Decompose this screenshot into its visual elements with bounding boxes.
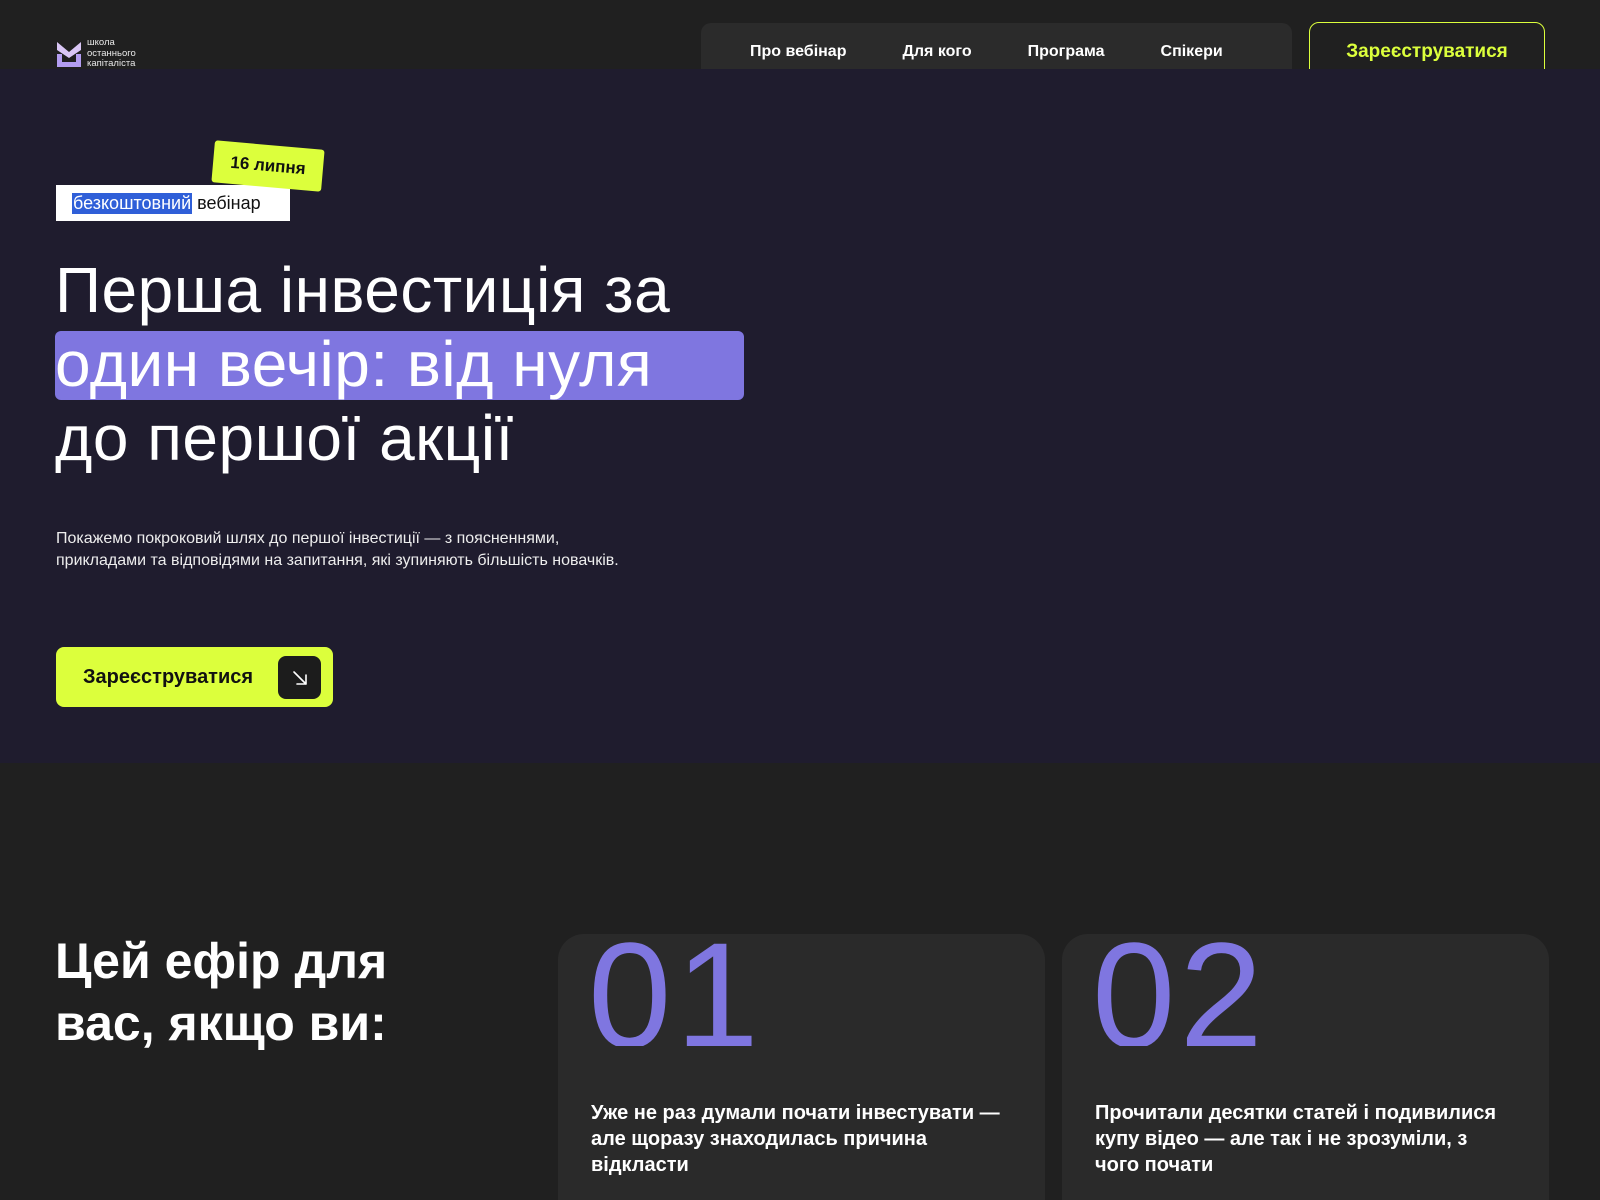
hero-register-button[interactable]: Зареєструватися [56,647,333,707]
card-number-clip: 01 [558,934,1045,1046]
card-text: Уже не раз думали почати інвестувати — а… [591,1102,1000,1176]
hero-title-line: один вечір: від нуля [55,328,653,400]
audience-card: 02 Прочитали десятки статей і подивилися… [1062,934,1549,1200]
nav-item-about-webinar[interactable]: Про вебінар [750,43,846,61]
hero-title-line: Перша інвестиція за [55,254,671,326]
landing-page: школа останнього капіталіста Про вебінар… [0,0,1600,1200]
audience-title: Цей ефір для вас, якщо ви: [55,933,388,1051]
nav-item-audience[interactable]: Для кого [902,43,971,61]
webinar-tag: безкоштовний вебінар [56,185,290,221]
hero-title-highlight: один вечір: від нуля [55,327,775,401]
card-number: 02 [1092,934,1267,1046]
card-number-clip: 02 [1062,934,1549,1046]
tag-text: вебінар [197,192,261,213]
tag-selected-text: безкоштовний [72,192,193,214]
logo-line: капіталіста [87,58,136,69]
card-number: 01 [588,934,763,1046]
hero-title-line: до першої акції [55,402,514,474]
hero-title: Перша інвестиція за один вечір: від нуля… [55,253,775,475]
logo-text: школа останнього капіталіста [87,37,136,70]
logo-icon [57,41,81,67]
logo[interactable]: школа останнього капіталіста [55,37,136,70]
hero-register-label: Зареєструватися [83,665,254,688]
arrow-down-right-icon [278,656,321,699]
card-text: Прочитали десятки статей і подивилися ку… [1095,1102,1497,1176]
hero-description: Покажемо покроковий шлях до першої інвес… [56,530,619,569]
logo-line: школа [87,37,115,48]
nav-item-speakers[interactable]: Спікери [1161,43,1223,61]
audience-card: 01 Уже не раз думали почати інвестувати … [558,934,1045,1200]
nav-item-program[interactable]: Програма [1028,43,1105,61]
